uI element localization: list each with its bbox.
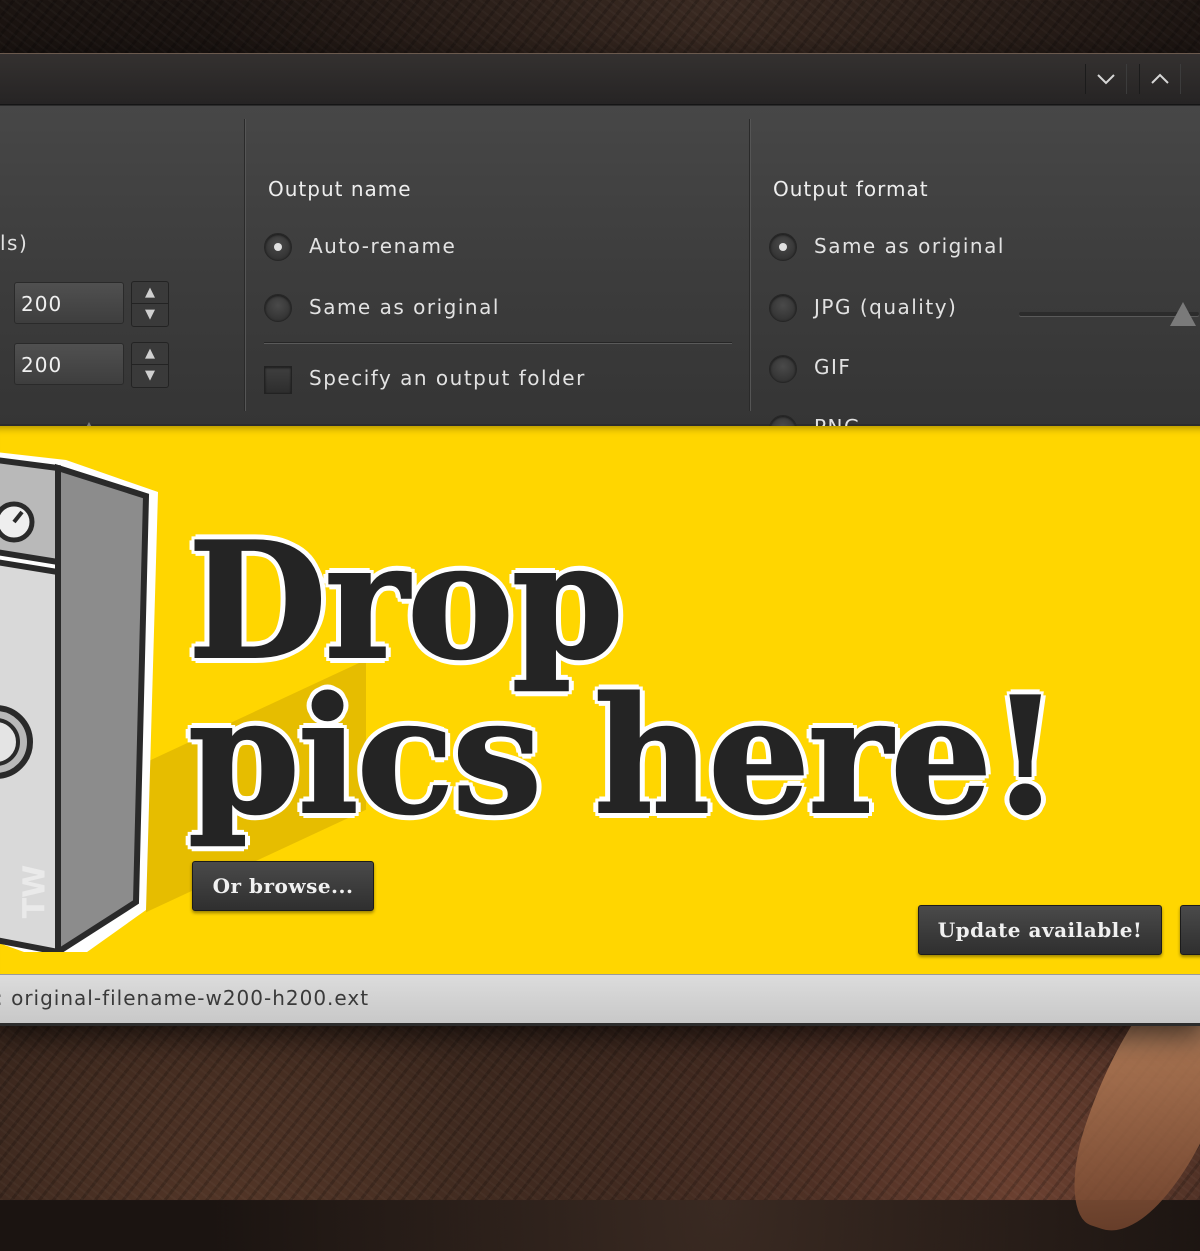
stepper-down-icon[interactable]: ▼: [132, 365, 168, 386]
radio-label-format-same: Same as original: [814, 234, 1005, 258]
stepper-up-icon[interactable]: ▲: [132, 343, 168, 365]
radio-label-same-as-original-name: Same as original: [309, 295, 500, 319]
output-name-title: Output name: [268, 177, 412, 201]
column-divider: [749, 119, 750, 411]
browse-button[interactable]: Or browse...: [192, 861, 374, 911]
drop-headline-line-1: Drop: [187, 507, 625, 695]
extra-button-cropped[interactable]: [1180, 905, 1200, 955]
chevron-down-icon: [1097, 74, 1115, 85]
stepper-up-icon[interactable]: ▲: [132, 282, 168, 304]
size-group-title: ls): [0, 231, 29, 255]
radio-same-as-original-name[interactable]: [264, 294, 292, 322]
filename-pattern-text: : original-filename-w200-h200.ext: [0, 986, 370, 1010]
column-divider: [244, 119, 245, 411]
drop-zone[interactable]: TW Drop pics here! Or browse... Update a…: [0, 426, 1200, 974]
update-available-button[interactable]: Update available!: [918, 905, 1162, 955]
height-stepper[interactable]: ▲ ▼: [131, 342, 169, 388]
output-folder-label: Specify an output folder: [309, 366, 586, 390]
width-stepper[interactable]: ▲ ▼: [131, 281, 169, 327]
radio-label-format-jpg: JPG (quality): [814, 295, 958, 319]
radio-label-format-gif: GIF: [814, 355, 852, 379]
settings-panel: ls) 200 ▲ ▼ 200 ▲ ▼ Output name Auto-ren…: [0, 106, 1200, 446]
output-folder-checkbox[interactable]: [264, 366, 292, 394]
output-format-title: Output format: [773, 177, 929, 201]
jpg-quality-slider-thumb[interactable]: [1170, 302, 1196, 326]
app-window: ls) 200 ▲ ▼ 200 ▲ ▼ Output name Auto-ren…: [0, 53, 1200, 1026]
radio-format-jpg[interactable]: [769, 294, 797, 322]
width-input[interactable]: 200: [14, 282, 124, 324]
logo-text: TW: [17, 864, 53, 919]
stepper-down-icon[interactable]: ▼: [132, 304, 168, 325]
height-input[interactable]: 200: [14, 343, 124, 385]
minimize-button[interactable]: [1085, 64, 1127, 94]
radio-format-same[interactable]: [769, 233, 797, 261]
radio-label-auto-rename: Auto-rename: [309, 234, 457, 258]
output-name-divider: [264, 342, 732, 343]
chevron-up-icon: [1151, 73, 1169, 84]
drop-headline-line-2: pics here!: [187, 662, 1061, 850]
maximize-button[interactable]: [1139, 64, 1181, 94]
radio-auto-rename[interactable]: [264, 233, 292, 261]
radio-format-gif[interactable]: [769, 355, 797, 383]
status-bar: : original-filename-w200-h200.ext: [0, 974, 1200, 1023]
title-bar: [0, 54, 1200, 105]
